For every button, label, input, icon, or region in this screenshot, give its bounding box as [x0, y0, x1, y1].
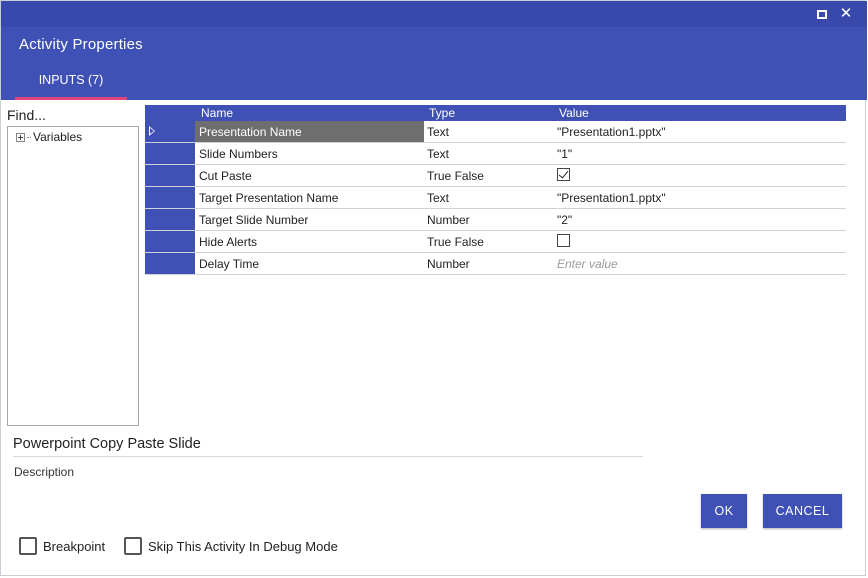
- row-selector[interactable]: [145, 231, 195, 252]
- skip-debug-label: Skip This Activity In Debug Mode: [148, 538, 338, 554]
- table-row[interactable]: Hide Alerts True False: [145, 231, 846, 253]
- variables-tree[interactable]: Variables: [7, 126, 139, 426]
- cell-type: Text: [427, 191, 450, 205]
- cell-name: Slide Numbers: [199, 147, 278, 161]
- table-row[interactable]: Target Slide Number Number "2": [145, 209, 846, 231]
- cell-type: Text: [427, 125, 450, 139]
- close-icon[interactable]: ✕: [837, 5, 855, 23]
- tree-item-label: Variables: [33, 130, 83, 144]
- cell-value[interactable]: "Presentation1.pptx": [554, 121, 846, 142]
- dialog-header: ✕ Activity Properties INPUTS (7): [1, 1, 867, 100]
- cell-name: Cut Paste: [199, 169, 252, 183]
- cell-type: True False: [427, 169, 484, 183]
- properties-grid: Name Type Value Presentation Name Text "…: [145, 105, 846, 275]
- row-selector[interactable]: [145, 121, 195, 142]
- row-selector[interactable]: [145, 187, 195, 208]
- hide-alerts-checkbox[interactable]: [557, 234, 570, 247]
- plus-icon[interactable]: [16, 132, 25, 142]
- row-selector[interactable]: [145, 143, 195, 164]
- cell-value: [554, 231, 846, 252]
- table-row[interactable]: Cut Paste True False: [145, 165, 846, 187]
- current-row-icon: [149, 126, 155, 136]
- cell-value[interactable]: "2": [554, 209, 846, 230]
- activity-properties-dialog: ✕ Activity Properties INPUTS (7) Find...…: [0, 0, 867, 576]
- cell-value: [554, 165, 846, 186]
- column-header-type: Type: [429, 106, 456, 120]
- breakpoint-checkbox[interactable]: [19, 537, 37, 555]
- cell-name: Presentation Name: [195, 121, 424, 142]
- cell-value[interactable]: "Presentation1.pptx": [554, 187, 846, 208]
- table-row[interactable]: Delay Time Number Enter value: [145, 253, 846, 275]
- table-row[interactable]: Slide Numbers Text "1": [145, 143, 846, 165]
- cell-type: Number: [427, 213, 470, 227]
- tree-item-variables[interactable]: Variables: [16, 130, 82, 144]
- column-header-value: Value: [559, 106, 589, 120]
- description-label[interactable]: Description: [14, 465, 74, 479]
- row-selector[interactable]: [145, 209, 195, 230]
- skip-debug-checkbox[interactable]: [124, 537, 142, 555]
- cell-value[interactable]: "1": [554, 143, 846, 164]
- row-selector[interactable]: [145, 165, 195, 186]
- cell-type: Text: [427, 147, 450, 161]
- cell-name: Target Presentation Name: [199, 191, 339, 205]
- cell-type: True False: [427, 235, 484, 249]
- column-header-name: Name: [201, 106, 234, 120]
- cell-name: Hide Alerts: [199, 235, 258, 249]
- title-bar: [1, 1, 867, 27]
- skip-debug-option[interactable]: Skip This Activity In Debug Mode: [124, 537, 338, 555]
- find-label: Find...: [7, 107, 46, 123]
- row-selector[interactable]: [145, 253, 195, 274]
- breakpoint-label: Breakpoint: [43, 538, 106, 554]
- table-row[interactable]: Target Presentation Name Text "Presentat…: [145, 187, 846, 209]
- cut-paste-checkbox[interactable]: [557, 168, 570, 181]
- cancel-button[interactable]: CANCEL: [763, 494, 842, 528]
- table-row[interactable]: Presentation Name Text "Presentation1.pp…: [145, 121, 846, 143]
- tree-connector: [27, 136, 31, 138]
- delay-time-input[interactable]: Enter value: [554, 253, 846, 274]
- activity-divider: [13, 456, 643, 457]
- cell-name: Delay Time: [199, 257, 260, 271]
- grid-header: Name Type Value: [145, 105, 846, 121]
- dialog-title: Activity Properties: [19, 36, 143, 53]
- breakpoint-option[interactable]: Breakpoint: [19, 537, 105, 555]
- activity-name: Powerpoint Copy Paste Slide: [13, 436, 201, 452]
- maximize-icon[interactable]: [813, 5, 831, 23]
- cell-type: Number: [427, 257, 470, 271]
- ok-button[interactable]: OK: [701, 494, 747, 528]
- tab-inputs[interactable]: INPUTS (7): [15, 63, 127, 100]
- cell-name: Target Slide Number: [199, 213, 309, 227]
- tab-active-indicator: [15, 97, 127, 100]
